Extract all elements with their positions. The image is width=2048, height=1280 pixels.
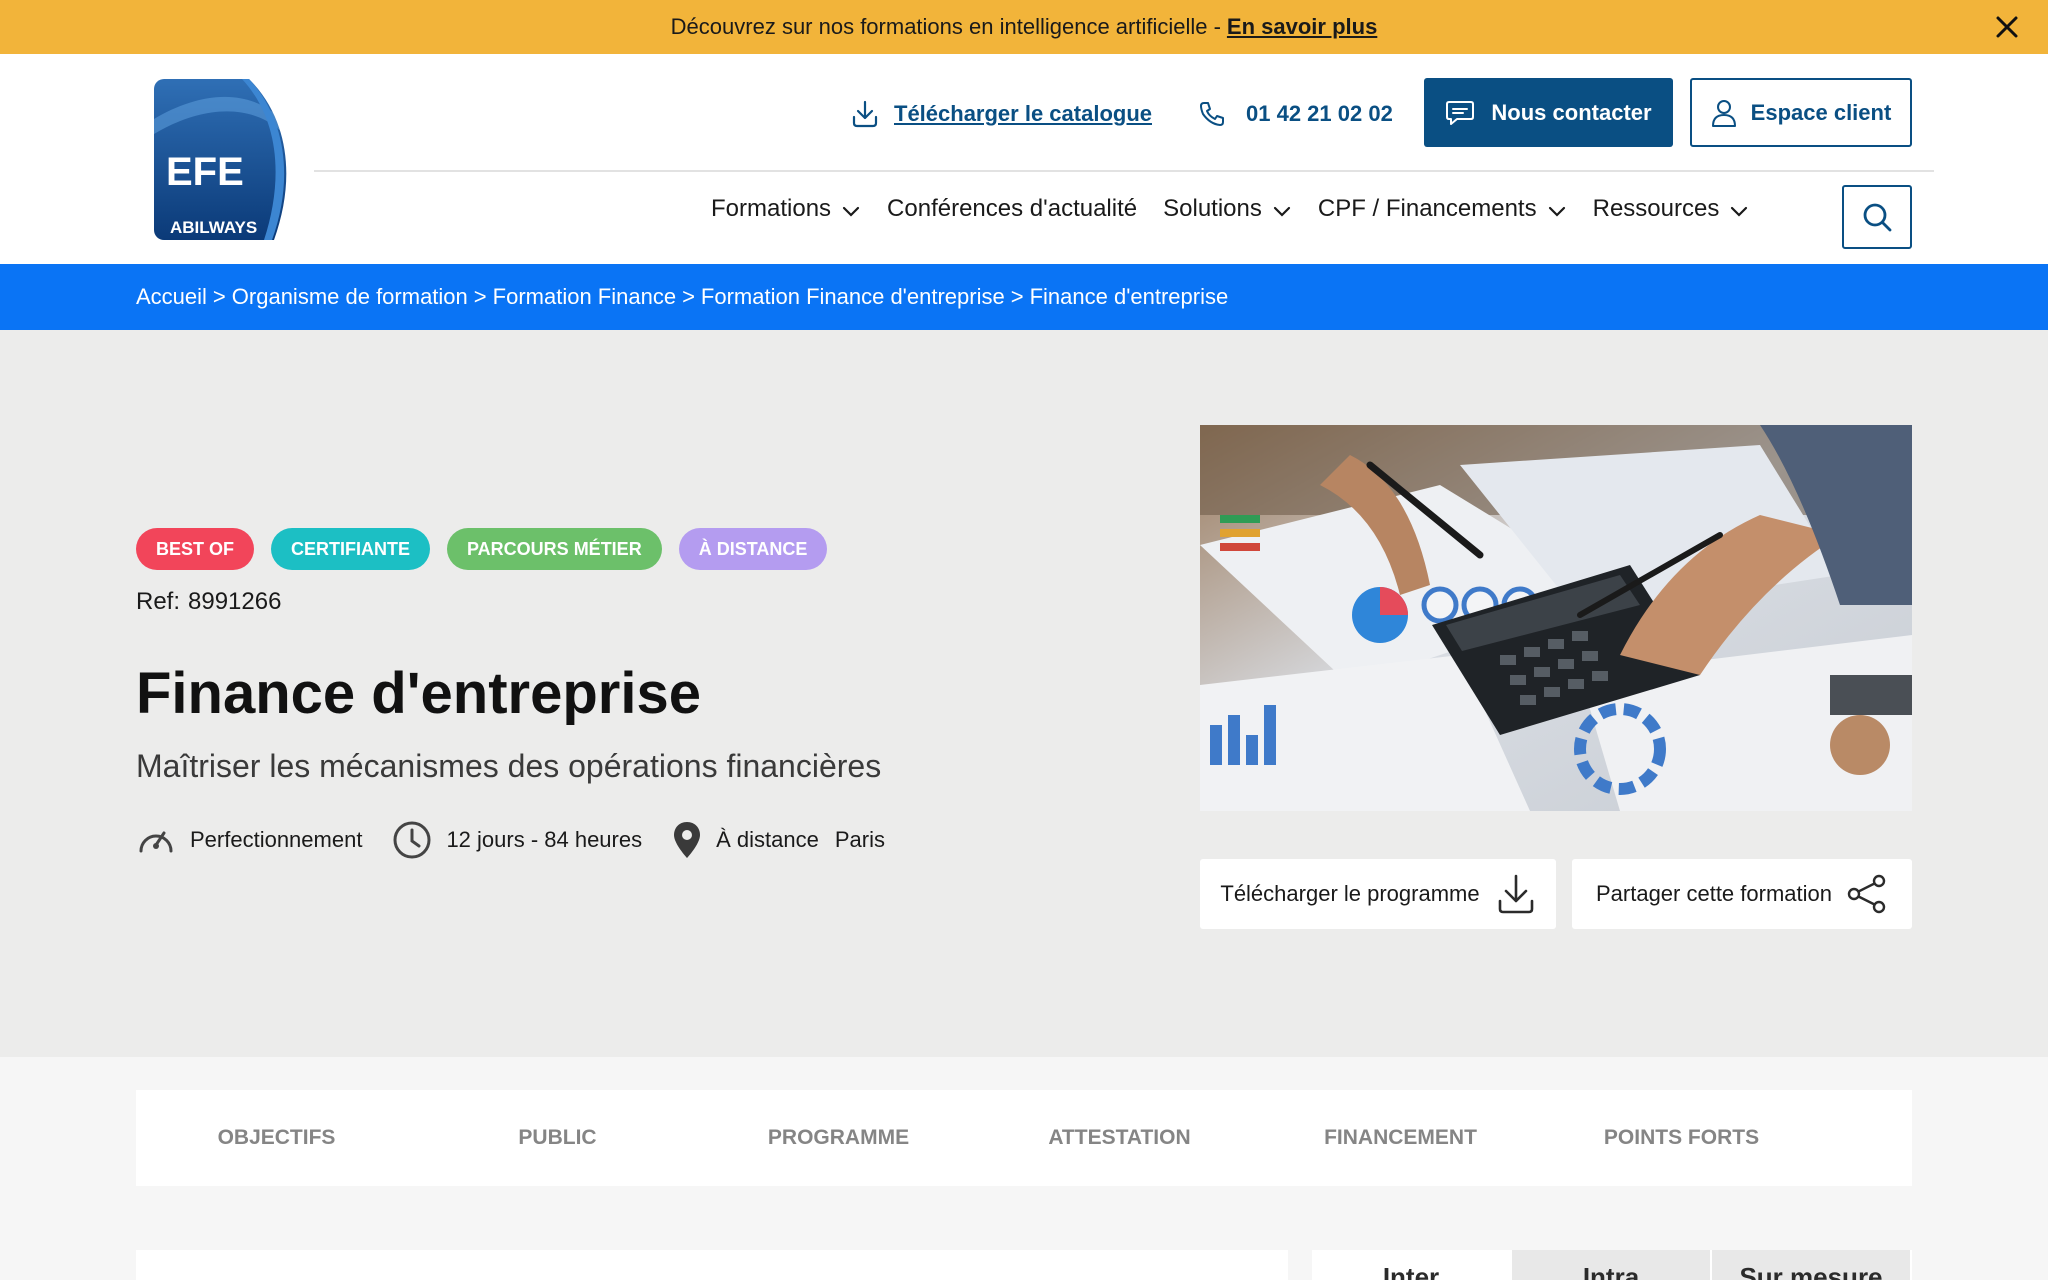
course-tags: BEST OF CERTIFIANTE PARCOURS MÉTIER À DI… xyxy=(136,528,828,570)
nav-item-conferences[interactable]: Conférences d'actualité xyxy=(887,195,1137,223)
nav-label: Conférences d'actualité xyxy=(887,195,1138,222)
page-subtitle: Maîtriser les mécanismes des opérations … xyxy=(136,748,882,784)
meta-level-label: Perfectionnement xyxy=(190,827,363,852)
contact-button[interactable]: Nous contacter xyxy=(1424,78,1673,147)
tag-certifiante: CERTIFIANTE xyxy=(271,528,431,570)
svg-text:EFE: EFE xyxy=(166,150,244,194)
breadcrumb-separator: > xyxy=(212,284,226,309)
finance-illustration xyxy=(1200,425,1912,811)
nav-item-formations[interactable]: Formations xyxy=(711,195,861,223)
download-icon xyxy=(852,100,878,128)
close-icon[interactable] xyxy=(1992,12,2022,42)
announcement-banner: Découvrez sur nos formations en intellig… xyxy=(0,0,2048,54)
clock-icon xyxy=(393,821,431,859)
meta-duration-label: 12 jours - 84 heures xyxy=(446,827,643,852)
main-nav: Formations Conférences d'actualité Solut… xyxy=(711,186,1775,232)
nav-item-solutions[interactable]: Solutions xyxy=(1163,195,1292,223)
meta-city-label: Paris xyxy=(834,827,885,852)
tab-attestation[interactable]: ATTESTATION xyxy=(979,1126,1260,1150)
nav-label: Formations xyxy=(711,195,832,222)
chevron-down-icon xyxy=(842,206,860,217)
meta-level: Perfectionnement xyxy=(136,823,362,857)
chevron-down-icon xyxy=(1731,206,1748,217)
chevron-down-icon xyxy=(1548,206,1565,217)
phone-link[interactable]: 01 42 21 02 02 xyxy=(1198,94,1393,134)
meta-mode-label: À distance xyxy=(716,827,819,852)
header-divider xyxy=(314,170,1934,172)
breadcrumb-separator: > xyxy=(473,284,487,309)
offer-tab-sur-mesure[interactable]: Sur mesure xyxy=(1712,1250,1912,1280)
efe-logo[interactable]: EFE ABILWAYS xyxy=(154,79,296,240)
course-ref: Ref: 8991266 xyxy=(136,588,281,616)
meta-location: À distance Paris xyxy=(672,820,885,860)
contact-label: Nous contacter xyxy=(1491,99,1652,125)
breadcrumb-item-formation-finance[interactable]: Formation Finance xyxy=(493,284,676,310)
tag-best-of: BEST OF xyxy=(136,528,255,570)
tag-parcours-metier: PARCOURS MÉTIER xyxy=(447,528,662,570)
course-meta: Perfectionnement 12 jours - 84 heures À … xyxy=(136,818,915,862)
nav-item-cpf[interactable]: CPF / Financements xyxy=(1318,195,1567,223)
tab-financement[interactable]: FINANCEMENT xyxy=(1260,1126,1541,1150)
content-card xyxy=(136,1250,1288,1280)
offer-tab-inter[interactable]: Inter xyxy=(1312,1250,1512,1280)
tag-a-distance: À DISTANCE xyxy=(678,528,828,570)
nav-item-ressources[interactable]: Ressources xyxy=(1593,195,1750,223)
download-program-label: Télécharger le programme xyxy=(1220,881,1480,906)
offer-tab-intra[interactable]: Intra xyxy=(1512,1250,1712,1280)
download-catalogue-link[interactable]: Télécharger le catalogue xyxy=(850,94,1152,134)
tab-public[interactable]: PUBLIC xyxy=(417,1126,698,1150)
user-icon xyxy=(1711,99,1736,127)
breadcrumb-separator: > xyxy=(1010,284,1024,309)
nav-label: Ressources xyxy=(1592,195,1720,222)
tab-points-forts[interactable]: POINTS FORTS xyxy=(1541,1126,1822,1150)
ref-label: Ref: xyxy=(136,588,181,615)
client-area-button[interactable]: Espace client xyxy=(1690,78,1912,147)
chevron-down-icon xyxy=(1273,206,1290,217)
tab-objectifs[interactable]: OBJECTIFS xyxy=(136,1126,417,1150)
catalogue-label: Télécharger le catalogue xyxy=(894,101,1152,126)
breadcrumb-item-finance-entreprise-category[interactable]: Formation Finance d'entreprise xyxy=(701,284,1005,310)
breadcrumb: Accueil > Organisme de formation > Forma… xyxy=(0,264,2048,330)
banner-text: Découvrez sur nos formations en intellig… xyxy=(670,14,1221,39)
search-button[interactable] xyxy=(1842,185,1912,249)
offer-type-tabs: Inter Intra Sur mesure xyxy=(1312,1250,1912,1280)
banner-link[interactable]: En savoir plus xyxy=(1227,14,1377,40)
breadcrumb-item-accueil[interactable]: Accueil xyxy=(136,284,207,310)
phone-icon xyxy=(1200,102,1224,126)
tab-programme[interactable]: PROGRAMME xyxy=(698,1126,979,1150)
share-button[interactable]: Partager cette formation xyxy=(1572,859,1912,929)
meta-duration: 12 jours - 84 heures xyxy=(392,820,642,860)
download-icon xyxy=(1498,874,1533,914)
svg-text:ABILWAYS: ABILWAYS xyxy=(170,218,257,237)
client-label: Espace client xyxy=(1750,99,1892,125)
page-title: Finance d'entreprise xyxy=(136,661,701,726)
chat-icon xyxy=(1446,100,1475,125)
breadcrumb-item-organisme[interactable]: Organisme de formation xyxy=(232,284,468,310)
search-icon xyxy=(1863,203,1892,232)
breadcrumb-item-current: Finance d'entreprise xyxy=(1029,284,1229,309)
share-icon xyxy=(1847,874,1886,914)
site-header: EFE ABILWAYS Télécharger le catalogue 01… xyxy=(0,54,2048,264)
location-pin-icon xyxy=(674,822,701,858)
share-label: Partager cette formation xyxy=(1595,881,1832,906)
nav-label: Solutions xyxy=(1163,195,1262,222)
course-hero-image xyxy=(1200,425,1912,811)
download-program-button[interactable]: Télécharger le programme xyxy=(1200,859,1556,929)
breadcrumb-separator: > xyxy=(682,284,695,309)
phone-number: 01 42 21 02 02 xyxy=(1246,101,1393,126)
nav-label: CPF / Financements xyxy=(1317,195,1537,222)
gauge-icon xyxy=(139,831,173,853)
course-section-tabs: OBJECTIFS PUBLIC PROGRAMME ATTESTATION F… xyxy=(136,1090,1912,1186)
ref-value: 8991266 xyxy=(188,588,282,615)
